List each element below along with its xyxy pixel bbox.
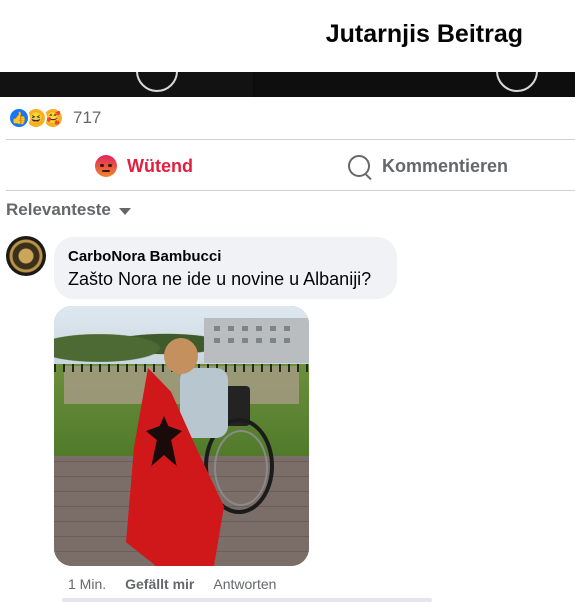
photo-building (204, 318, 309, 363)
divider (6, 139, 575, 140)
wheelchair-rim (214, 430, 268, 506)
comment-text: Zašto Nora ne ide u novine u Albaniji? (68, 269, 372, 289)
avatar[interactable] (6, 236, 46, 276)
person-body (180, 368, 228, 438)
comment-photo[interactable] (54, 306, 309, 566)
post-media-strip[interactable] (0, 72, 575, 97)
like-comment-button[interactable]: Gefällt mir (125, 576, 194, 592)
like-icon: 👍 (8, 107, 30, 129)
comment-author[interactable]: CarboNora Bambucci (68, 248, 221, 265)
comment-time[interactable]: 1 Min. (68, 576, 106, 592)
next-comment-preview (62, 598, 432, 602)
react-button[interactable]: Wütend (95, 153, 193, 179)
sort-label: Relevanteste (6, 200, 111, 219)
caret-down-icon (118, 207, 131, 215)
comment-label: Kommentieren (382, 155, 509, 176)
react-label: Wütend (127, 155, 193, 176)
comment-bubble: CarboNora Bambucci Zašto Nora ne ide u n… (54, 237, 397, 299)
person-head (164, 338, 198, 374)
angry-face-icon (95, 155, 117, 177)
reply-button[interactable]: Antworten (213, 576, 276, 592)
reaction-summary[interactable]: 👍 😆 🥰 717 (8, 107, 101, 129)
divider (6, 190, 575, 191)
comment-meta: 1 Min. Gefällt mir Antworten (68, 576, 295, 592)
page-title: Jutarnjis Beitrag (325, 20, 523, 48)
media-left[interactable] (0, 72, 253, 97)
post-header: Jutarnjis Beitrag (0, 0, 575, 72)
comment-button[interactable]: Kommentieren (348, 153, 508, 179)
reaction-count[interactable]: 717 (73, 108, 101, 128)
comment-icon (348, 155, 370, 177)
sort-dropdown[interactable]: Relevanteste (6, 200, 131, 220)
